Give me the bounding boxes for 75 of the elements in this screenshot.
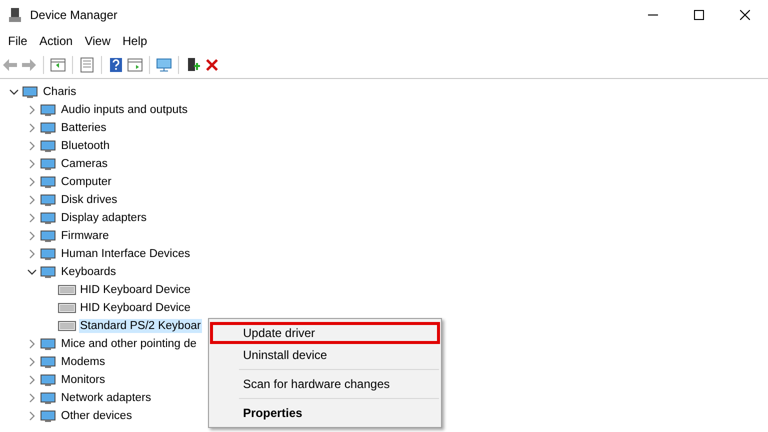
tree-item[interactable]: Disk drives: [60, 193, 118, 207]
device-icon: [22, 85, 38, 99]
device-icon: [40, 391, 56, 405]
chevron-right-icon[interactable]: [27, 141, 37, 151]
close-icon[interactable]: [740, 10, 750, 20]
chevron-right-icon[interactable]: [27, 213, 37, 223]
chevron-right-icon[interactable]: [27, 105, 37, 115]
device-icon: [40, 175, 56, 189]
context-menu-item[interactable]: Uninstall device: [210, 344, 440, 366]
keyboard-icon: [58, 303, 76, 313]
tree-item[interactable]: HID Keyboard Device: [79, 301, 192, 315]
chevron-right-icon[interactable]: [27, 393, 37, 403]
device-icon: [40, 121, 56, 135]
tree-item[interactable]: Modems: [60, 355, 106, 369]
tree-item[interactable]: Standard PS/2 Keyboar: [79, 319, 202, 333]
chevron-right-icon[interactable]: [27, 231, 37, 241]
monitor-icon[interactable]: [156, 57, 172, 73]
tree-item[interactable]: Batteries: [60, 121, 108, 135]
forward-arrow-icon[interactable]: [21, 57, 37, 73]
panel-icon[interactable]: [127, 57, 143, 73]
device-icon: [40, 265, 56, 279]
menu-item[interactable]: File: [2, 34, 34, 48]
help-icon[interactable]: [108, 57, 124, 73]
device-icon: [40, 193, 56, 207]
tree-item[interactable]: Computer: [60, 175, 112, 189]
device-icon: [40, 229, 56, 243]
tree-item[interactable]: Audio inputs and outputs: [60, 103, 189, 117]
device-icon: [40, 139, 56, 153]
back-arrow-icon[interactable]: [2, 57, 18, 73]
tree-item[interactable]: Other devices: [60, 409, 133, 423]
device-icon: [40, 247, 56, 261]
device-icon: [40, 157, 56, 171]
chevron-right-icon[interactable]: [27, 177, 37, 187]
device-icon: [40, 103, 56, 117]
tree-item[interactable]: Display adapters: [60, 211, 148, 225]
tree-item[interactable]: HID Keyboard Device: [79, 283, 192, 297]
device-icon: [40, 355, 56, 369]
tree-item[interactable]: Monitors: [60, 373, 106, 387]
keyboard-icon: [58, 321, 76, 331]
window-title: Device Manager: [30, 8, 118, 22]
panel-icon[interactable]: [50, 57, 66, 73]
maximize-icon[interactable]: [694, 10, 704, 20]
tree-item[interactable]: Firmware: [60, 229, 110, 243]
delete-icon[interactable]: [204, 57, 220, 73]
chevron-down-icon[interactable]: [27, 267, 37, 277]
tree-item[interactable]: Cameras: [60, 157, 109, 171]
tree-item[interactable]: Keyboards: [60, 265, 117, 279]
context-menu-item[interactable]: Scan for hardware changes: [210, 373, 440, 395]
tree-item[interactable]: Bluetooth: [60, 139, 111, 153]
menu-item[interactable]: View: [78, 34, 116, 48]
chevron-right-icon[interactable]: [27, 411, 37, 421]
device-icon: [40, 409, 56, 423]
context-menu-item[interactable]: Properties: [210, 402, 440, 424]
app-icon: [8, 7, 22, 23]
tree-item[interactable]: Human Interface Devices: [60, 247, 192, 261]
device-icon: [40, 337, 56, 351]
device-icon: [40, 211, 56, 225]
chevron-right-icon[interactable]: [27, 339, 37, 349]
menu-item[interactable]: Action: [33, 34, 79, 48]
tree-item[interactable]: Charis: [42, 85, 78, 99]
tree-item[interactable]: Network adapters: [60, 391, 152, 405]
chevron-right-icon[interactable]: [27, 195, 37, 205]
menu-item[interactable]: Help: [116, 34, 154, 48]
tree-item[interactable]: Mice and other pointing de: [60, 337, 198, 351]
chevron-right-icon[interactable]: [27, 159, 37, 169]
device-icon: [40, 373, 56, 387]
keyboard-icon: [58, 285, 76, 295]
chevron-right-icon[interactable]: [27, 249, 37, 259]
device-update-icon[interactable]: [185, 57, 201, 73]
chevron-right-icon[interactable]: [27, 375, 37, 385]
document-icon[interactable]: [79, 57, 95, 73]
chevron-down-icon[interactable]: [9, 87, 19, 97]
chevron-right-icon[interactable]: [27, 123, 37, 133]
chevron-right-icon[interactable]: [27, 357, 37, 367]
context-menu-item[interactable]: Update driver: [210, 322, 440, 344]
